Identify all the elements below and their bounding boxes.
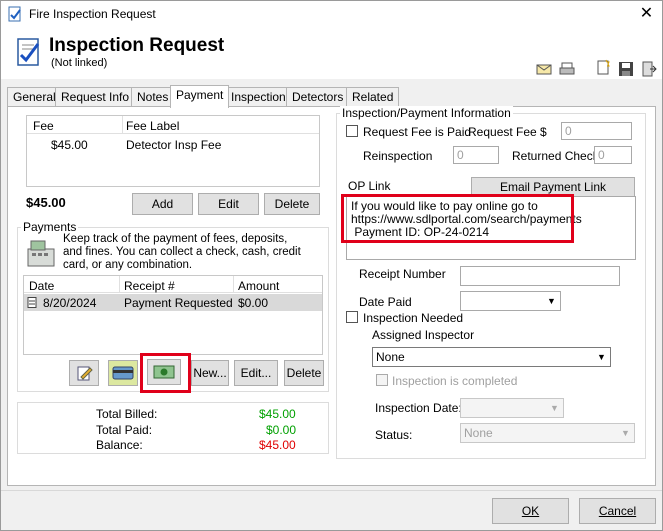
receipt-number-label: Receipt Number [359,267,446,281]
dialog-window: Fire Inspection Request ✕ Inspection Req… [0,0,663,531]
reinspection-label: Reinspection [363,149,433,163]
date-paid-picker[interactable]: ▼ [460,291,561,311]
request-fee-label: Request Fee $ [468,125,547,139]
total-billed-label: Total Billed: [96,407,158,421]
table-row[interactable]: 8/20/2024 Payment Requested $0.00 [24,294,322,311]
print-icon[interactable] [559,61,575,77]
ok-button[interactable]: OK [492,498,569,524]
delete-payment-button[interactable]: Delete [284,360,324,386]
total-billed-value: $45.00 [259,407,296,421]
returned-check-input[interactable]: 0 [594,146,632,164]
save-icon[interactable] [618,61,634,77]
reinspection-input[interactable]: 0 [453,146,499,164]
assigned-inspector-select[interactable]: None ▼ [372,347,611,367]
column-header[interactable]: Fee Label [126,119,179,133]
payments-list[interactable]: Date Receipt # Amount 8/20/2024 Payment … [23,275,323,355]
total-paid-value: $0.00 [266,423,297,437]
inspection-date-picker[interactable]: ▼ [460,398,564,418]
balance-label: Balance: [96,438,143,452]
column-header[interactable]: Date [29,279,54,293]
status-select[interactable]: None ▼ [460,423,635,443]
cancel-label: Cancel [598,504,637,518]
tab-detectors[interactable]: Detectors [286,87,350,107]
fee-amount[interactable]: $45.00 [51,138,88,152]
column-divider [119,276,120,293]
chevron-down-icon: ▼ [621,428,630,438]
chevron-down-icon: ▼ [550,403,559,413]
inspection-completed-label: Inspection is completed [392,374,518,388]
exit-icon[interactable] [641,61,657,77]
total-paid-label: Total Paid: [96,423,153,437]
assigned-inspector-label: Assigned Inspector [372,328,475,342]
highlight-op-link [341,194,574,243]
chevron-down-icon: ▼ [547,296,556,306]
cancel-button[interactable]: Cancel [579,498,656,524]
document-icon [27,297,37,308]
request-fee-paid-label: Request Fee is Paid [363,125,472,139]
credit-card-icon [112,366,134,384]
edit-payment-button[interactable]: Edit... [234,360,278,386]
cash-register-icon [25,237,57,269]
inspection-needed-label: Inspection Needed [363,311,464,325]
fee-total: $45.00 [26,195,66,210]
tab-related[interactable]: Related [346,87,400,107]
highlight-cash-button [140,353,191,393]
receipt-number-input[interactable] [460,266,620,286]
status-value: None [464,426,493,440]
payment-amount: $0.00 [238,296,269,310]
fee-label[interactable]: Detector Insp Fee [126,138,221,152]
payment-receipt: Payment Requested [124,296,233,310]
column-header[interactable]: Fee [33,119,54,133]
payments-description: Keep track of the payment of fees, depos… [63,233,301,271]
inspection-needed-checkbox[interactable] [346,311,358,323]
date-paid-label: Date Paid [359,295,412,309]
edit-fee-button[interactable]: Edit [198,193,259,215]
tab-notes[interactable]: Notes [131,87,175,107]
new-payment-button[interactable]: New... [191,360,229,386]
close-icon[interactable]: ✕ [631,2,662,26]
app-icon [7,6,23,22]
title-bar: Fire Inspection Request ✕ [1,1,662,27]
fee-list[interactable]: Fee Fee Label $45.00 Detector Insp Fee [26,115,320,187]
edit-notes-button[interactable] [69,360,99,386]
returned-check-label: Returned Check [512,149,599,163]
payment-date: 8/20/2024 [43,296,97,310]
column-divider [233,276,234,293]
tab-request-info[interactable]: Request Info [55,87,136,107]
column-header[interactable]: Amount [238,279,279,293]
assigned-inspector-value: None [376,350,405,364]
info-group-label: Inspection/Payment Information [340,106,513,120]
delete-fee-button[interactable]: Delete [264,193,320,215]
credit-card-button[interactable] [108,360,138,386]
add-fee-button[interactable]: Add [132,193,193,215]
tab-inspection[interactable]: Inspection [225,87,292,107]
status-label: Status: [375,428,413,442]
tab-payment[interactable]: Payment [170,85,230,108]
op-link-label: OP Link [348,179,391,193]
window-title: Fire Inspection Request [29,7,156,21]
chevron-down-icon: ▼ [597,352,606,362]
column-header[interactable]: Receipt # [124,279,175,293]
column-divider [122,116,123,134]
new-document-icon[interactable] [595,59,611,75]
email-icon[interactable] [536,61,552,77]
request-fee-paid-checkbox[interactable] [346,125,358,137]
link-status: (Not linked) [51,57,108,69]
request-fee-input[interactable]: 0 [561,122,632,140]
inspection-completed-checkbox[interactable] [376,374,388,386]
balance-value: $45.00 [259,438,296,452]
header: Inspection Request (Not linked) [1,27,662,79]
inspection-date-label: Inspection Date: [375,401,462,415]
ok-label: OK [521,504,540,518]
tab-general[interactable]: General [7,87,62,107]
page-title: Inspection Request [49,35,225,56]
inspection-request-icon [15,37,43,67]
footer-divider [1,490,662,491]
payments-group-label: Payments [21,220,79,234]
pencil-icon [75,366,93,385]
